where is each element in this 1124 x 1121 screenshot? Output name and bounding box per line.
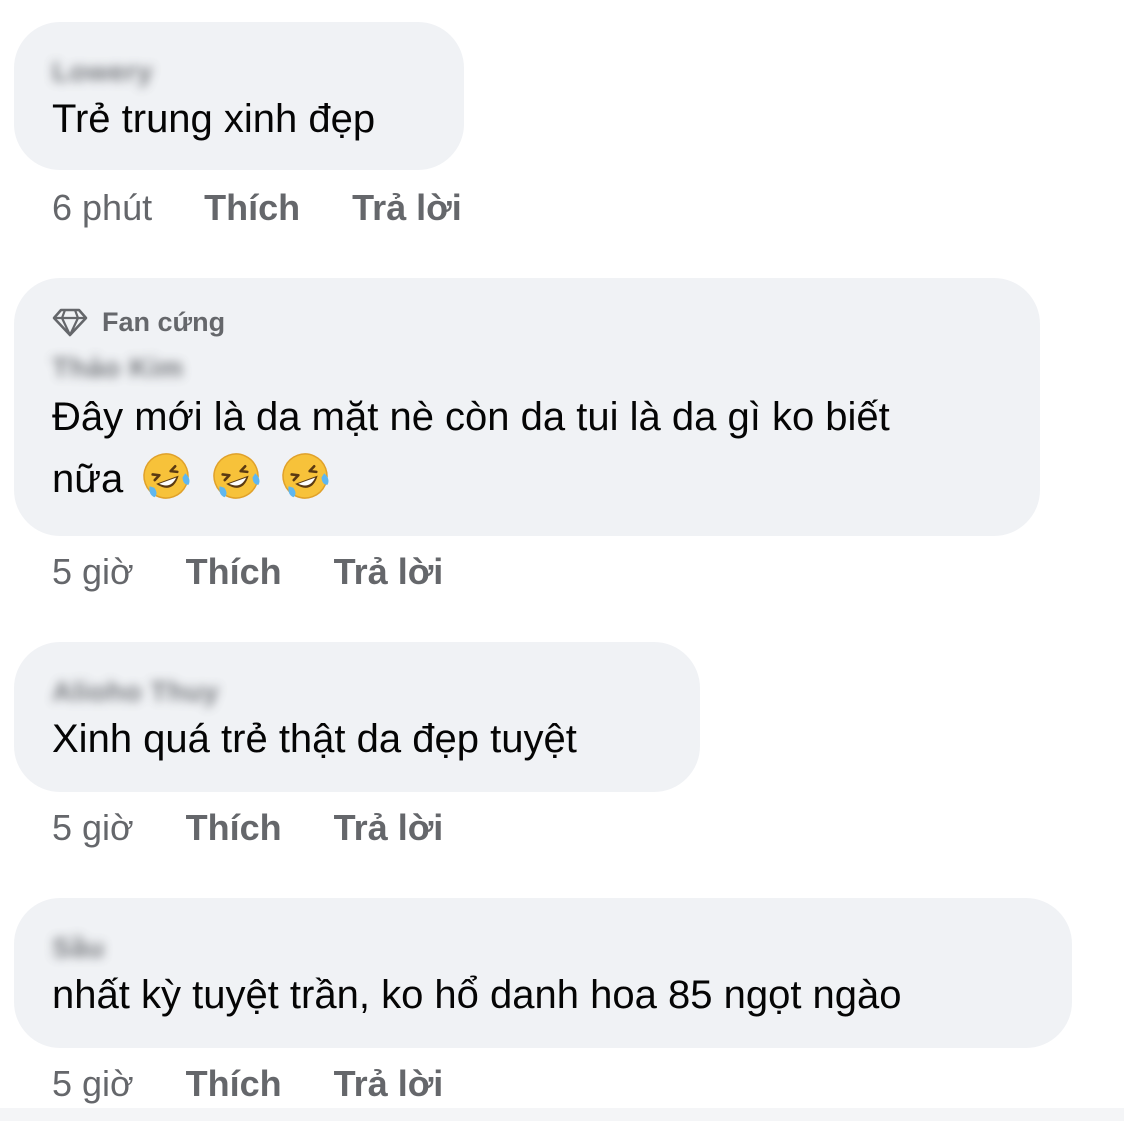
comment-timestamp[interactable]: 5 giờ bbox=[52, 807, 134, 849]
like-button[interactable]: Thích bbox=[186, 551, 282, 593]
laughing-emoji-icon bbox=[143, 453, 190, 499]
laughing-emoji-icon bbox=[212, 453, 260, 499]
like-button[interactable]: Thích bbox=[186, 807, 282, 849]
comment-actions: 5 giờ Thích Trả lời bbox=[52, 1063, 443, 1105]
comment-text: Trẻ trung xinh đẹp bbox=[52, 97, 376, 141]
diamond-icon bbox=[52, 308, 88, 337]
comment-2: Fan cứng Thảo Kim Đây mới là da mặt nè c… bbox=[14, 278, 1040, 592]
comment-bubble[interactable]: Fan cứng Thảo Kim Đây mới là da mặt nè c… bbox=[14, 278, 1040, 536]
comment-bubble[interactable]: Alioho Thuy Xinh quá trẻ thật da đẹp tuy… bbox=[14, 642, 700, 792]
comment-author[interactable]: Sầu bbox=[52, 932, 1034, 964]
comment-text-line-2: nữa bbox=[52, 448, 1002, 510]
comment-timestamp[interactable]: 5 giờ bbox=[52, 1063, 134, 1105]
reply-button[interactable]: Trả lời bbox=[352, 187, 462, 229]
reply-button[interactable]: Trả lời bbox=[334, 807, 444, 849]
comment-text: nữa bbox=[52, 457, 124, 501]
comment-actions: 5 giờ Thích Trả lời bbox=[52, 807, 443, 849]
reply-button[interactable]: Trả lời bbox=[334, 1063, 444, 1105]
laughing-emoji-icon bbox=[281, 453, 329, 499]
fan-badge-label: Fan cứng bbox=[102, 306, 226, 337]
comment-actions: 5 giờ Thích Trả lời bbox=[52, 551, 443, 593]
bottom-edge bbox=[0, 1108, 1124, 1121]
comment-author[interactable]: Thảo Kim bbox=[52, 352, 1002, 384]
comment-author[interactable]: Lowery bbox=[52, 56, 426, 88]
comment-text: Đây mới là da mặt nè còn da tui là da gì… bbox=[52, 395, 890, 439]
comment-text: nhất kỳ tuyệt trần, ko hổ danh hoa 85 ng… bbox=[52, 973, 902, 1017]
comment-author[interactable]: Alioho Thuy bbox=[52, 676, 662, 708]
reply-button[interactable]: Trả lời bbox=[334, 551, 444, 593]
like-button[interactable]: Thích bbox=[204, 187, 300, 229]
comment-timestamp[interactable]: 5 giờ bbox=[52, 551, 134, 593]
comment-1: Lowery Trẻ trung xinh đẹp 6 phút Thích T… bbox=[14, 22, 464, 228]
comment-timestamp[interactable]: 6 phút bbox=[52, 187, 152, 229]
comment-actions: 6 phút Thích Trả lời bbox=[52, 187, 462, 229]
comment-text: Xinh quá trẻ thật da đẹp tuyệt bbox=[52, 717, 577, 761]
comment-bubble[interactable]: Lowery Trẻ trung xinh đẹp bbox=[14, 22, 464, 170]
comment-bubble[interactable]: Sầu nhất kỳ tuyệt trần, ko hổ danh hoa 8… bbox=[14, 898, 1072, 1048]
comment-3: Alioho Thuy Xinh quá trẻ thật da đẹp tuy… bbox=[14, 642, 700, 848]
like-button[interactable]: Thích bbox=[186, 1063, 282, 1105]
comment-4: Sầu nhất kỳ tuyệt trần, ko hổ danh hoa 8… bbox=[14, 898, 1072, 1104]
fan-badge: Fan cứng bbox=[52, 304, 1002, 340]
